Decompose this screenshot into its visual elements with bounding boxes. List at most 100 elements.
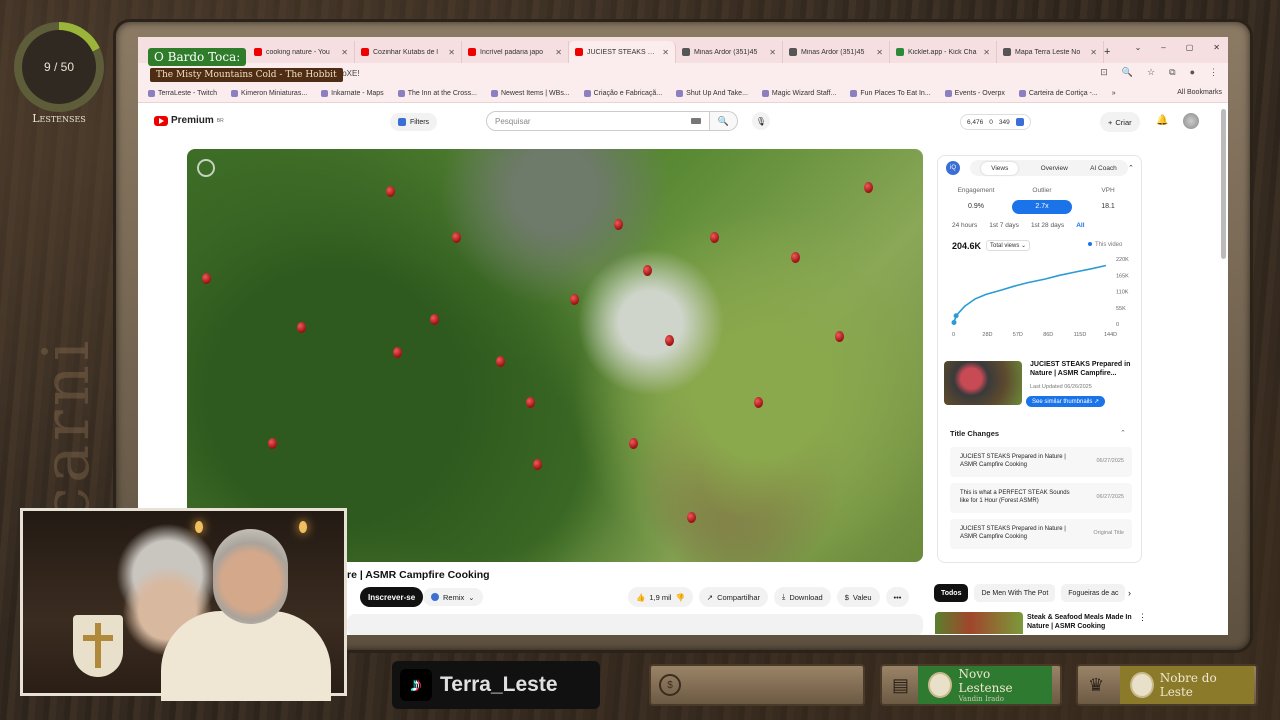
- chevron-up-icon[interactable]: ⌃: [1120, 429, 1126, 437]
- bookmark-item[interactable]: Fun Places To Eat In...: [850, 90, 931, 97]
- tab-views[interactable]: Views: [981, 161, 1019, 175]
- thanks-button[interactable]: $ Valeu: [836, 587, 880, 607]
- range-option[interactable]: All: [1076, 222, 1084, 229]
- title-change-item[interactable]: JUCIEST STEAKS Prepared in Nature | ASMR…: [950, 519, 1132, 549]
- more-button[interactable]: •••: [885, 587, 910, 607]
- browser-tab[interactable]: JUCIEST STEAKS Prep ✕: [569, 41, 676, 63]
- tiktok-banner: ♪ Terra_Leste: [392, 661, 600, 709]
- toolbar-icon[interactable]: ⊡: [1100, 67, 1108, 78]
- filter-chip[interactable]: De Men With The Pot: [974, 584, 1056, 602]
- browser-tab[interactable]: Minas Ardor (351)45 ✕: [676, 41, 783, 63]
- collapse-icon[interactable]: ⌃: [1128, 164, 1134, 172]
- thumbs-down-icon[interactable]: 👎: [675, 593, 684, 602]
- bookmark-item[interactable]: Magic Wizard Staff...: [761, 90, 836, 97]
- close-icon[interactable]: ✕: [662, 48, 669, 57]
- browser-tab[interactable]: Mapa Terra Leste No ✕: [997, 41, 1104, 63]
- window-control[interactable]: ✕: [1213, 43, 1220, 52]
- toolbar-icon[interactable]: ☆: [1147, 67, 1155, 78]
- browser-tab[interactable]: Minas Ardor (351)45 ✕: [783, 41, 890, 63]
- bell-icon[interactable]: 🔔: [1156, 115, 1168, 126]
- description-box[interactable]: [347, 614, 923, 635]
- toolbar-icon[interactable]: ⧉: [1169, 67, 1175, 78]
- video-player[interactable]: [187, 149, 923, 562]
- bookmark-label: Criação e Fabricaçã...: [593, 90, 663, 97]
- tab-overview[interactable]: Overview: [1041, 165, 1068, 172]
- search-button[interactable]: 🔍: [710, 111, 738, 131]
- metric-value[interactable]: 2.7x: [1012, 200, 1072, 214]
- keyboard-icon[interactable]: [691, 118, 701, 124]
- window-control[interactable]: –: [1161, 43, 1165, 52]
- new-tab-button[interactable]: +: [1104, 41, 1118, 63]
- video-thumbnail[interactable]: [944, 361, 1022, 405]
- range-option[interactable]: 1st 28 days: [1031, 222, 1064, 229]
- close-icon[interactable]: ✕: [448, 48, 455, 57]
- bookmark-item[interactable]: Carteira de Cortiça -...: [1018, 90, 1098, 97]
- address-icons[interactable]: ⊡ 🔍 ☆ ⧉ ● ⋮: [1100, 67, 1218, 78]
- bookmark-icon: [231, 90, 239, 97]
- avatar[interactable]: [1183, 113, 1199, 129]
- berry: [297, 322, 307, 334]
- bookmark-label: Newest Items | WBs...: [500, 90, 570, 97]
- search-input[interactable]: Pesquisar: [486, 111, 710, 131]
- chevron-right-icon[interactable]: ›: [1128, 588, 1131, 598]
- filter-chip[interactable]: Todos: [934, 584, 969, 602]
- title-change-item[interactable]: This is what a PERFECT STEAK Sounds like…: [950, 483, 1132, 513]
- scrollbar[interactable]: [1221, 109, 1226, 259]
- close-icon[interactable]: ✕: [555, 48, 562, 57]
- bookmark-item[interactable]: TerraLeste - Twitch: [148, 90, 217, 97]
- browser-tab[interactable]: cooking nature - You ✕: [248, 41, 355, 63]
- bookmarks-more[interactable]: »: [1112, 90, 1116, 97]
- browser-tab[interactable]: Cozinhar Kutabs de l ✕: [355, 41, 462, 63]
- subscribe-button[interactable]: Inscrever-se: [360, 587, 424, 607]
- range-option[interactable]: 24 hours: [952, 222, 977, 229]
- filters-button[interactable]: Filters: [390, 113, 438, 131]
- similar-thumbnails-button[interactable]: See similar thumbnails ↗: [1026, 396, 1106, 407]
- watching-stat: 0: [989, 118, 993, 126]
- range-option[interactable]: 1st 7 days: [989, 222, 1019, 229]
- bookmark-label: Shut Up And Take...: [686, 90, 748, 97]
- like-button[interactable]: 👍 1,9 mil 👎: [628, 587, 693, 607]
- browser-tab[interactable]: Kicklet.app - Kick Cha ✕: [890, 41, 997, 63]
- bookmark-item[interactable]: Newest Items | WBs...: [490, 90, 570, 97]
- recommend-title[interactable]: Steak & Seafood Meals Made In Nature | A…: [1027, 613, 1139, 631]
- toolbar-icon[interactable]: ⋮: [1209, 67, 1218, 78]
- metric-label: VPH: [1101, 187, 1115, 194]
- youtube-logo[interactable]: Premium BR: [154, 115, 224, 126]
- close-icon[interactable]: ✕: [1090, 48, 1097, 57]
- bookmark-item[interactable]: Inkarnate - Maps: [321, 90, 384, 97]
- browser-tab[interactable]: Incrível padaria japo ✕: [462, 41, 569, 63]
- channel-stats[interactable]: 6,476 0 349: [960, 114, 1031, 130]
- remix-button[interactable]: Remix ⌄: [423, 588, 483, 606]
- bookmark-item[interactable]: Events - Overpx: [944, 90, 1005, 97]
- tab-bar: cooking nature - You ✕ Cozinhar Kutabs de …: [138, 37, 1228, 63]
- close-icon[interactable]: ✕: [983, 48, 990, 57]
- bookmark-item[interactable]: Shut Up And Take...: [676, 90, 748, 97]
- metric-value[interactable]: 0.9%: [946, 200, 1006, 214]
- close-icon[interactable]: ✕: [769, 48, 776, 57]
- share-button[interactable]: ↗ Compartilhar: [698, 587, 769, 607]
- bookmark-item[interactable]: Criação e Fabricaçã...: [583, 90, 663, 97]
- window-controls[interactable]: ⌄ – ▢ ✕: [1135, 43, 1220, 52]
- toolbar-icon[interactable]: 🔍: [1122, 67, 1133, 78]
- title-change-item[interactable]: JUCIEST STEAKS Prepared in Nature | ASMR…: [950, 447, 1132, 477]
- views-select[interactable]: Total views ⌄: [986, 240, 1031, 251]
- download-button[interactable]: ⤓ Download: [774, 587, 831, 607]
- window-control[interactable]: ⌄: [1135, 43, 1142, 52]
- window-control[interactable]: ▢: [1186, 43, 1194, 52]
- title-changes-heading: Title Changes: [950, 429, 1000, 438]
- kebab-icon[interactable]: ⋮: [1138, 612, 1147, 623]
- filter-chip[interactable]: Fogueiras de ac: [1061, 584, 1126, 602]
- extension-icon[interactable]: [1015, 118, 1024, 126]
- metric-value[interactable]: 18.1: [1078, 200, 1138, 214]
- create-button[interactable]: + Criar: [1100, 112, 1140, 132]
- mic-button[interactable]: 🎙: [752, 112, 770, 130]
- all-bookmarks[interactable]: All Bookmarks: [1177, 89, 1222, 96]
- y-tick-label: 0: [1116, 322, 1119, 328]
- bookmark-item[interactable]: Kimeron Miniaturas...: [231, 90, 307, 97]
- tab-ai-coach[interactable]: AI Coach: [1090, 165, 1117, 172]
- recommend-thumbnail[interactable]: [935, 612, 1023, 634]
- bookmark-item[interactable]: The Inn at the Cross...: [397, 90, 477, 97]
- close-icon[interactable]: ✕: [341, 48, 348, 57]
- toolbar-icon[interactable]: ●: [1190, 67, 1195, 78]
- close-icon[interactable]: ✕: [876, 48, 883, 57]
